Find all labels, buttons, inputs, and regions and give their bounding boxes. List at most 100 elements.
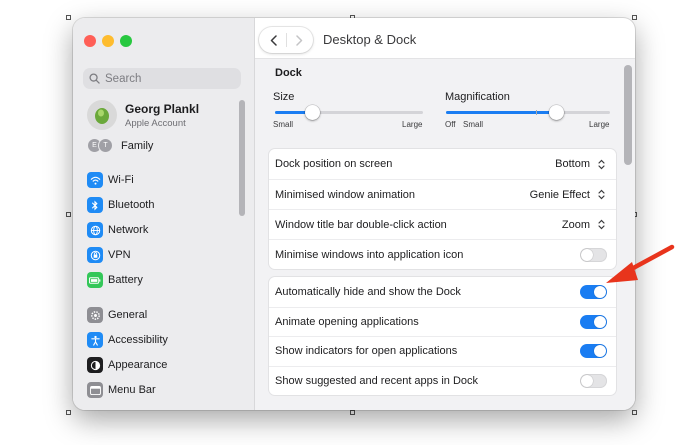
size-min-label: Small bbox=[273, 120, 294, 129]
size-label: Size bbox=[273, 91, 295, 103]
sidebar-item-label: General bbox=[108, 309, 148, 321]
magnification-min-label: Small bbox=[463, 120, 484, 129]
bluetooth-icon bbox=[87, 197, 103, 213]
magnification-slider[interactable] bbox=[446, 105, 610, 120]
setting-label: Automatically hide and show the Dock bbox=[275, 285, 461, 298]
menu-bar-icon bbox=[87, 382, 103, 398]
accessibility-icon bbox=[87, 332, 103, 348]
sidebar-item-label: Appearance bbox=[108, 359, 168, 371]
sidebar-item-family[interactable]: E T Family bbox=[87, 138, 153, 153]
up-down-chevron-icon bbox=[596, 218, 606, 231]
magnification-label: Magnification bbox=[445, 91, 510, 103]
sidebar: Search Georg Plankl Apple Account E T Fa… bbox=[73, 18, 255, 410]
setting-row-double-click-action: Window title bar double-click action Zoo… bbox=[269, 209, 616, 239]
settings-window: Search Georg Plankl Apple Account E T Fa… bbox=[73, 18, 635, 410]
sidebar-item-wifi[interactable]: Wi-Fi bbox=[87, 171, 134, 189]
settings-content: Dock Size Small Large Magnification Off … bbox=[255, 58, 635, 410]
vpn-icon bbox=[87, 247, 103, 263]
setting-row-minimise-into-icon: Minimise windows into application icon bbox=[269, 239, 616, 269]
sidebar-item-label: Accessibility bbox=[108, 334, 168, 346]
selection-handle bbox=[66, 15, 71, 20]
setting-row-auto-hide: Automatically hide and show the Dock bbox=[269, 277, 616, 307]
main-pane: Desktop & Dock Dock Size Small Large Mag… bbox=[255, 18, 635, 410]
account-profile[interactable]: Georg Plankl Apple Account bbox=[87, 100, 199, 130]
gear-icon bbox=[87, 307, 103, 323]
zoom-window-button[interactable] bbox=[120, 35, 132, 47]
sidebar-item-accessibility[interactable]: Accessibility bbox=[87, 331, 168, 349]
dock-position-popup[interactable]: Bottom bbox=[555, 158, 606, 171]
setting-label: Show suggested and recent apps in Dock bbox=[275, 374, 479, 387]
minimise-animation-popup[interactable]: Genie Effect bbox=[530, 188, 606, 201]
profile-subtitle: Apple Account bbox=[125, 117, 186, 129]
magnification-off-label: Off bbox=[445, 120, 456, 129]
sidebar-item-appearance[interactable]: Appearance bbox=[87, 356, 167, 374]
search-icon bbox=[89, 73, 100, 84]
selection-handle bbox=[350, 410, 355, 415]
sidebar-item-battery[interactable]: Battery bbox=[87, 271, 143, 289]
forward-button[interactable] bbox=[291, 33, 307, 47]
magnification-slider-knob[interactable] bbox=[548, 105, 564, 120]
double-click-action-popup[interactable]: Zoom bbox=[562, 218, 606, 231]
sidebar-item-label: Network bbox=[108, 224, 149, 236]
sidebar-item-vpn[interactable]: VPN bbox=[87, 246, 131, 264]
nav-divider bbox=[286, 33, 287, 47]
sidebar-item-label: Battery bbox=[108, 274, 143, 286]
animate-opening-toggle[interactable] bbox=[580, 314, 607, 329]
dock-settings-group: Dock position on screen Bottom Minimised… bbox=[269, 149, 616, 269]
globe-icon bbox=[87, 222, 103, 238]
minimise-into-icon-toggle[interactable] bbox=[580, 247, 607, 262]
chevron-left-icon bbox=[270, 34, 277, 46]
sidebar-item-label: VPN bbox=[108, 249, 131, 261]
sidebar-item-general[interactable]: General bbox=[87, 306, 147, 324]
show-indicators-toggle[interactable] bbox=[580, 344, 607, 359]
size-max-label: Large bbox=[402, 120, 423, 129]
dock-toggles-group: Automatically hide and show the Dock Ani… bbox=[269, 277, 616, 395]
setting-label: Dock position on screen bbox=[275, 158, 393, 170]
setting-label: Animate opening applications bbox=[275, 315, 419, 328]
setting-label: Minimise windows into application icon bbox=[275, 248, 464, 261]
minimize-window-button[interactable] bbox=[102, 35, 114, 47]
sidebar-item-network[interactable]: Network bbox=[87, 221, 148, 239]
wifi-icon bbox=[87, 172, 103, 188]
sidebar-scrollbar[interactable] bbox=[239, 100, 245, 216]
setting-row-show-indicators: Show indicators for open applications bbox=[269, 336, 616, 366]
section-title-dock: Dock bbox=[275, 67, 302, 79]
sidebar-item-label: Menu Bar bbox=[108, 384, 156, 396]
sidebar-item-label: Wi-Fi bbox=[108, 174, 134, 186]
back-button[interactable] bbox=[265, 33, 281, 47]
up-down-chevron-icon bbox=[596, 158, 606, 171]
selection-handle bbox=[66, 212, 71, 217]
search-field[interactable]: Search bbox=[83, 68, 241, 89]
suggested-apps-toggle[interactable] bbox=[580, 373, 607, 388]
sidebar-item-menu-bar[interactable]: Menu Bar bbox=[87, 381, 156, 399]
chevron-right-icon bbox=[295, 34, 302, 46]
sidebar-item-label: Family bbox=[121, 139, 154, 152]
battery-icon bbox=[87, 272, 103, 288]
magnification-tick bbox=[536, 110, 537, 115]
up-down-chevron-icon bbox=[596, 188, 606, 201]
setting-label: Minimised window animation bbox=[275, 188, 416, 201]
selection-handle bbox=[66, 410, 71, 415]
size-slider[interactable] bbox=[275, 105, 423, 120]
appearance-icon bbox=[87, 357, 103, 373]
avatar-image-icon bbox=[95, 108, 109, 124]
popup-value: Genie Effect bbox=[529, 188, 590, 201]
sidebar-item-bluetooth[interactable]: Bluetooth bbox=[87, 196, 154, 214]
family-member-avatar: T bbox=[98, 138, 113, 153]
setting-row-minimise-animation: Minimised window animation Genie Effect bbox=[269, 179, 616, 209]
content-scrollbar[interactable] bbox=[624, 65, 632, 165]
setting-row-animate-opening: Animate opening applications bbox=[269, 306, 616, 337]
selection-handle bbox=[632, 410, 637, 415]
popup-value: Bottom bbox=[555, 158, 590, 170]
profile-name: Georg Plankl bbox=[125, 101, 200, 116]
page-title: Desktop & Dock bbox=[323, 32, 417, 47]
search-placeholder: Search bbox=[105, 72, 142, 85]
magnification-max-label: Large bbox=[589, 120, 610, 129]
avatar bbox=[87, 100, 117, 130]
popup-value: Zoom bbox=[561, 218, 590, 231]
setting-row-dock-position: Dock position on screen Bottom bbox=[269, 149, 616, 179]
size-slider-knob[interactable] bbox=[305, 105, 320, 120]
auto-hide-dock-toggle[interactable] bbox=[580, 284, 607, 299]
sidebar-item-label: Bluetooth bbox=[108, 199, 155, 211]
close-window-button[interactable] bbox=[84, 35, 96, 47]
